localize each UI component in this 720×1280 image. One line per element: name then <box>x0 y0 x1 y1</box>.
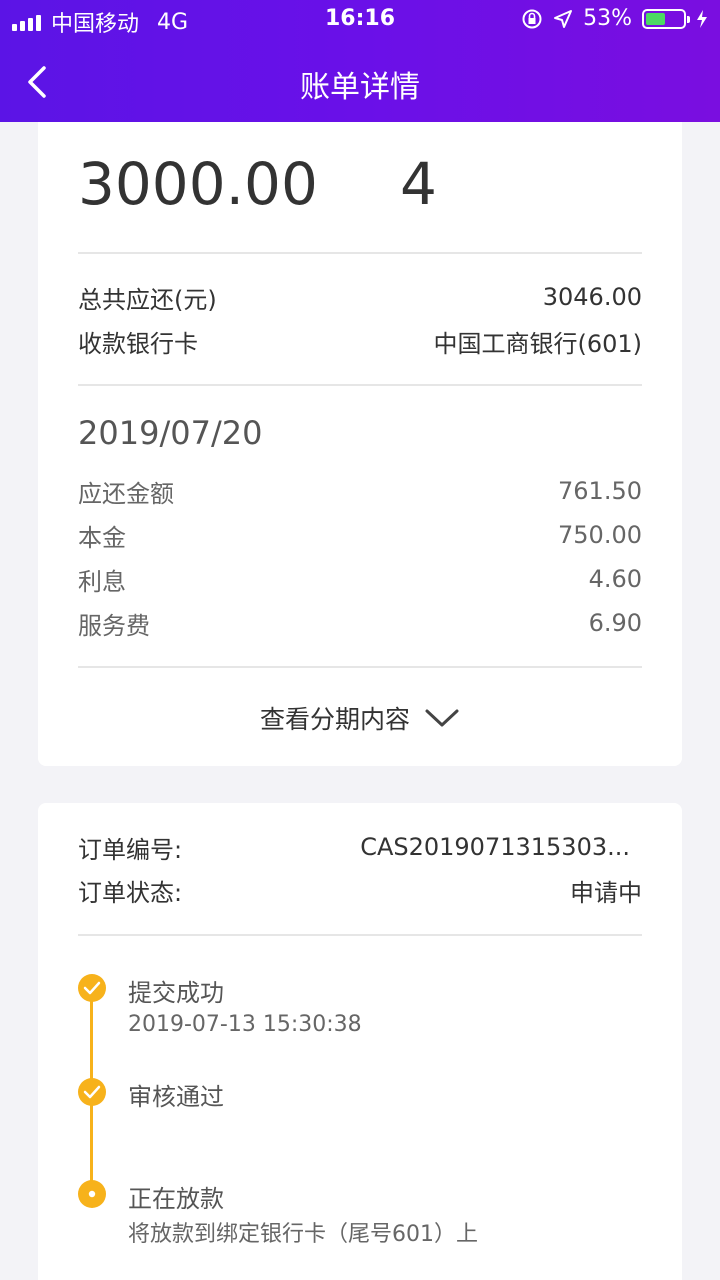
page-title: 账单详情 <box>300 70 420 105</box>
order-number-row: 订单编号: CAS2019071315303... <box>78 827 642 867</box>
divider <box>78 384 642 386</box>
order-number-label: 订单编号: <box>78 835 183 864</box>
bank-card-value: 中国工商银行(601) <box>433 329 642 358</box>
interest-label: 利息 <box>78 567 126 596</box>
location-arrow-icon <box>554 9 573 28</box>
order-number-value: CAS2019071315303... <box>360 833 630 861</box>
divider <box>78 252 642 254</box>
timeline-step-title: 正在放款 <box>128 1185 224 1213</box>
service-fee-label: 服务费 <box>78 611 150 640</box>
principal-label: 本金 <box>78 523 126 552</box>
installment-row: 服务费 6.90 <box>78 603 642 643</box>
total-due-label: 总共应还(元) <box>78 285 217 314</box>
order-status-value: 申请中 <box>570 878 642 907</box>
timeline-step-time: 2019-07-13 15:30:38 <box>128 1012 362 1037</box>
due-amount-label: 应还金额 <box>78 479 174 508</box>
view-installments-button[interactable]: 查看分期内容 <box>0 700 720 736</box>
principal-value: 750.00 <box>558 521 642 549</box>
bank-card-label: 收款银行卡 <box>78 329 198 358</box>
service-fee-value: 6.90 <box>588 609 642 637</box>
loan-amount: 3000.00 <box>78 150 318 218</box>
progress-dot-icon <box>78 1180 106 1208</box>
view-installments-label: 查看分期内容 <box>259 705 410 734</box>
total-due-value: 3046.00 <box>542 283 642 311</box>
bank-card-row: 收款银行卡 中国工商银行(601) <box>78 321 642 361</box>
status-bar: 中国移动 4G 16:16 53% <box>0 0 720 40</box>
installment-row: 应还金额 761.50 <box>78 471 642 511</box>
installment-count: 4 <box>400 150 437 218</box>
battery-icon <box>642 8 690 29</box>
timeline-step-title: 提交成功 <box>128 979 224 1007</box>
installment-date: 2019/07/20 <box>78 414 263 452</box>
total-due-row: 总共应还(元) 3046.00 <box>78 277 642 317</box>
timeline-step-title: 审核通过 <box>128 1083 224 1111</box>
order-status-row: 订单状态: 申请中 <box>78 870 642 910</box>
divider <box>78 934 642 936</box>
check-icon <box>78 974 106 1002</box>
timeline-step-detail: 将放款到绑定银行卡（尾号601）上 <box>128 1222 478 1247</box>
divider <box>78 666 642 668</box>
interest-value: 4.60 <box>588 565 642 593</box>
chevron-down-icon <box>425 709 459 727</box>
check-icon <box>78 1078 106 1106</box>
due-amount-value: 761.50 <box>558 477 642 505</box>
battery-percent: 53% <box>583 6 632 31</box>
charging-icon <box>697 9 707 28</box>
nav-bar: 账单详情 <box>0 40 720 122</box>
installment-row: 利息 4.60 <box>78 559 642 599</box>
order-status-label: 订单状态: <box>78 878 183 907</box>
orientation-lock-icon <box>522 9 542 28</box>
installment-row: 本金 750.00 <box>78 515 642 555</box>
app-header: 中国移动 4G 16:16 53% 账单详情 <box>0 0 720 122</box>
